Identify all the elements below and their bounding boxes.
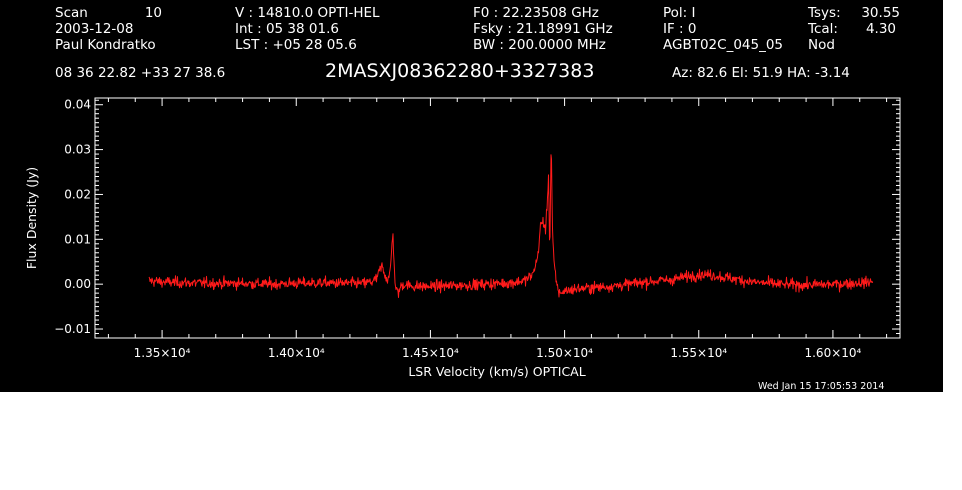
x-tick-label: 1.50×10⁴: [536, 346, 593, 360]
y-tick-label: 0.02: [64, 187, 91, 201]
x-tick-label: 1.40×10⁴: [268, 346, 325, 360]
spectrum-panel: Scan 10 2003-12-08 Paul Kondratko V : 14…: [0, 0, 943, 392]
y-tick-labels: −0.01 0.00 0.01 0.02 0.03 0.04: [54, 98, 91, 336]
spectrum-chart: 1.35×10⁴ 1.40×10⁴ 1.45×10⁴ 1.50×10⁴ 1.55×10⁴…: [24, 97, 901, 379]
y-axis-label: Flux Density (Jy): [24, 167, 39, 269]
y-tick-label: 0.01: [64, 232, 91, 246]
y-tick-label: 0.04: [64, 98, 91, 112]
x-tick-label: 1.55×10⁴: [670, 346, 727, 360]
plot-frame: [94, 97, 901, 339]
x-axis-label: LSR Velocity (km/s) OPTICAL: [408, 364, 585, 379]
x-tick-label: 1.60×10⁴: [804, 346, 861, 360]
y-tick-label: 0.00: [64, 277, 91, 291]
spectrum-line: [148, 154, 874, 298]
x-tick-label: 1.35×10⁴: [134, 346, 191, 360]
plot-timestamp: Wed Jan 15 17:05:53 2014: [758, 381, 885, 392]
y-tick-label: −0.01: [54, 322, 91, 336]
x-tick-labels: 1.35×10⁴ 1.40×10⁴ 1.45×10⁴ 1.50×10⁴ 1.55×10⁴…: [134, 346, 862, 360]
axis-ticks: [95, 98, 900, 339]
x-tick-label: 1.45×10⁴: [402, 346, 459, 360]
y-tick-label: 0.03: [64, 143, 91, 157]
